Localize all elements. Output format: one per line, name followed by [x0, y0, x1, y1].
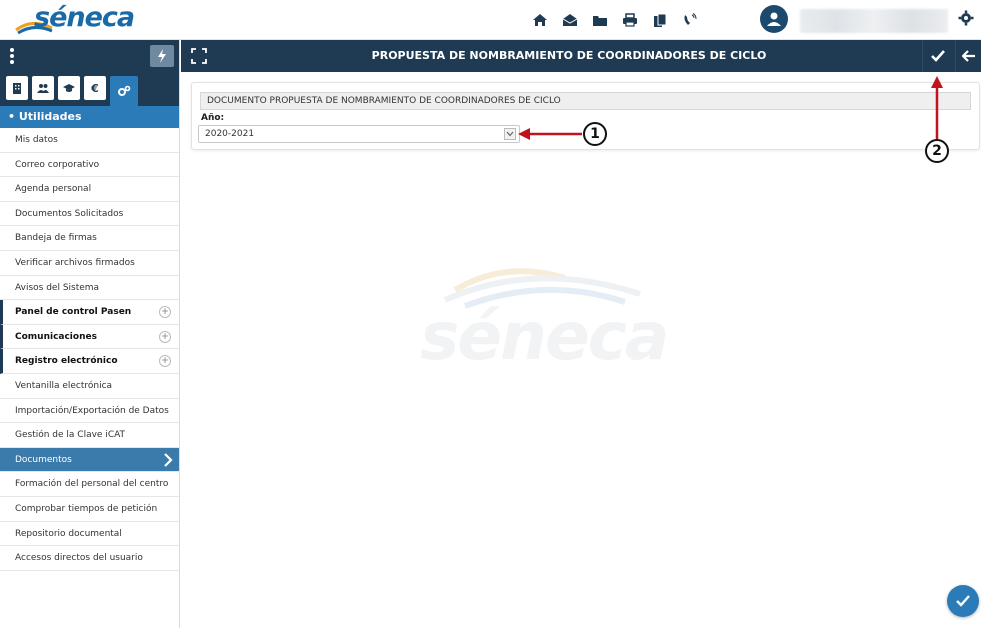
sidebar-item-label: Avisos del Sistema [15, 282, 100, 293]
sidebar-item-mis-datos[interactable]: Mis datos [0, 128, 179, 153]
sidebar-item-label: Formación del personal del centro [15, 479, 169, 490]
sidebar-item-verificar-archivos[interactable]: Verificar archivos firmados [0, 251, 179, 276]
home-icon[interactable] [525, 8, 555, 32]
sidebar-item-label: Mis datos [15, 135, 58, 145]
checkmark-icon [956, 595, 970, 607]
sidebar-item-label: Gestión de la Clave iCAT [15, 430, 126, 441]
sidebar-item-comunicaciones[interactable]: Comunicaciones + [0, 324, 179, 350]
expand-plus-icon[interactable]: + [159, 330, 171, 343]
lightning-icon [158, 49, 166, 63]
chevron-right-icon [164, 452, 173, 467]
back-button[interactable] [955, 40, 981, 72]
sidebar-item-label: Importación/Exportación de Datos [15, 405, 169, 416]
watermark-text: séneca [420, 298, 669, 375]
sidebar-item-label: Documentos [15, 454, 72, 465]
sidebar-item-label: Panel de control Pasen [15, 307, 132, 318]
page-title: PROPUESTA DE NOMBRAMIENTO DE COORDINADOR… [371, 49, 767, 62]
sidebar-item-panel-pasen[interactable]: Panel de control Pasen + [0, 300, 179, 325]
sidebar-item-documentos[interactable]: Documentos [0, 447, 179, 473]
floating-confirm-button[interactable] [947, 585, 979, 617]
people-icon [37, 84, 49, 93]
sidebar-item-registro[interactable]: Registro electrónico + [0, 349, 179, 374]
sidebar-section-utilidades[interactable]: • Utilidades [0, 106, 179, 128]
sidebar-item-accesos[interactable]: Accesos directos del usuario [0, 546, 179, 571]
settings-gear-icon[interactable] [958, 10, 978, 30]
tab-euro[interactable]: € [84, 76, 106, 100]
top-bar: séneca [0, 0, 981, 40]
sidebar-item-importacion[interactable]: Importación/Exportación de Datos [0, 399, 179, 424]
expand-plus-icon[interactable]: + [159, 306, 171, 319]
tab-people[interactable] [32, 76, 54, 100]
flash-button[interactable] [150, 45, 174, 67]
year-select[interactable]: 2020-2021 [198, 125, 520, 143]
sidebar-item-list: Mis datos Correo corporativo Agenda pers… [0, 128, 179, 571]
sidebar-item-agenda[interactable]: Agenda personal [0, 177, 179, 202]
chevron-down-icon[interactable] [504, 128, 516, 140]
year-select-value: 2020-2021 [205, 129, 255, 139]
sidebar-item-label: Comunicaciones [15, 331, 97, 342]
copy-icon[interactable] [645, 8, 675, 32]
sidebar-item-label: Bandeja de firmas [15, 233, 97, 244]
vertical-menu-icon[interactable] [8, 47, 16, 65]
main-header: PROPUESTA DE NOMBRAMIENTO DE COORDINADOR… [181, 40, 981, 72]
sidebar-item-documentos-solicitados[interactable]: Documentos Solicitados [0, 202, 179, 227]
tab-utilities[interactable] [110, 76, 138, 106]
phone-icon[interactable] [675, 8, 705, 32]
seneca-logo[interactable]: séneca [14, 2, 144, 38]
sidebar-item-label: Documentos Solicitados [15, 208, 124, 219]
document-title-bar: DOCUMENTO PROPUESTA DE NOMBRAMIENTO DE C… [200, 92, 971, 110]
expand-plus-icon[interactable]: + [159, 355, 171, 368]
folder-icon[interactable] [585, 8, 615, 32]
checkmark-icon [930, 50, 945, 62]
mail-icon[interactable] [555, 8, 585, 32]
gears-icon [118, 85, 131, 96]
sidebar-item-label: Agenda personal [15, 184, 92, 195]
sidebar-item-label: Registro electrónico [15, 356, 118, 367]
logo-text: séneca [34, 2, 135, 33]
building-icon [13, 83, 21, 94]
sidebar-item-tiempos[interactable]: Comprobar tiempos de petición [0, 497, 179, 522]
confirm-button[interactable] [922, 40, 952, 72]
tab-graduation[interactable] [58, 76, 80, 100]
seneca-watermark: séneca [420, 250, 669, 390]
sidebar-item-label: Correo corporativo [15, 159, 100, 170]
sidebar-item-ventanilla[interactable]: Ventanilla electrónica [0, 374, 179, 399]
sidebar-item-label: Accesos directos del usuario [15, 553, 143, 564]
sidebar-item-label: Comprobar tiempos de petición [15, 503, 158, 514]
arrow-left-icon [961, 50, 975, 62]
euro-icon: € [91, 81, 99, 95]
tab-building[interactable] [6, 76, 28, 100]
sidebar-item-label: Ventanilla electrónica [15, 380, 113, 391]
sidebar-item-label: Repositorio documental [15, 528, 122, 539]
sidebar-item-clave-icat[interactable]: Gestión de la Clave iCAT [0, 423, 179, 448]
user-avatar[interactable] [760, 5, 788, 33]
top-toolbar [525, 8, 705, 32]
sidebar-item-avisos[interactable]: Avisos del Sistema [0, 276, 179, 301]
sidebar-item-bandeja-firmas[interactable]: Bandeja de firmas [0, 226, 179, 251]
sidebar-header [0, 40, 179, 72]
sidebar-item-label: Verificar archivos firmados [15, 257, 135, 268]
annotation-marker-1: 1 [583, 122, 607, 146]
sidebar-item-repositorio[interactable]: Repositorio documental [0, 522, 179, 547]
annotation-marker-2: 2 [925, 139, 949, 163]
user-name-blurred[interactable] [800, 9, 948, 33]
year-label: Año: [201, 113, 225, 123]
sidebar: € • Utilidades Mis datos Correo corporat… [0, 40, 180, 628]
sidebar-item-correo[interactable]: Correo corporativo [0, 153, 179, 178]
user-icon [767, 12, 781, 26]
sidebar-tabs: € [0, 72, 179, 106]
print-icon[interactable] [615, 8, 645, 32]
graduation-icon [63, 84, 75, 92]
sidebar-item-formacion[interactable]: Formación del personal del centro [0, 472, 179, 497]
